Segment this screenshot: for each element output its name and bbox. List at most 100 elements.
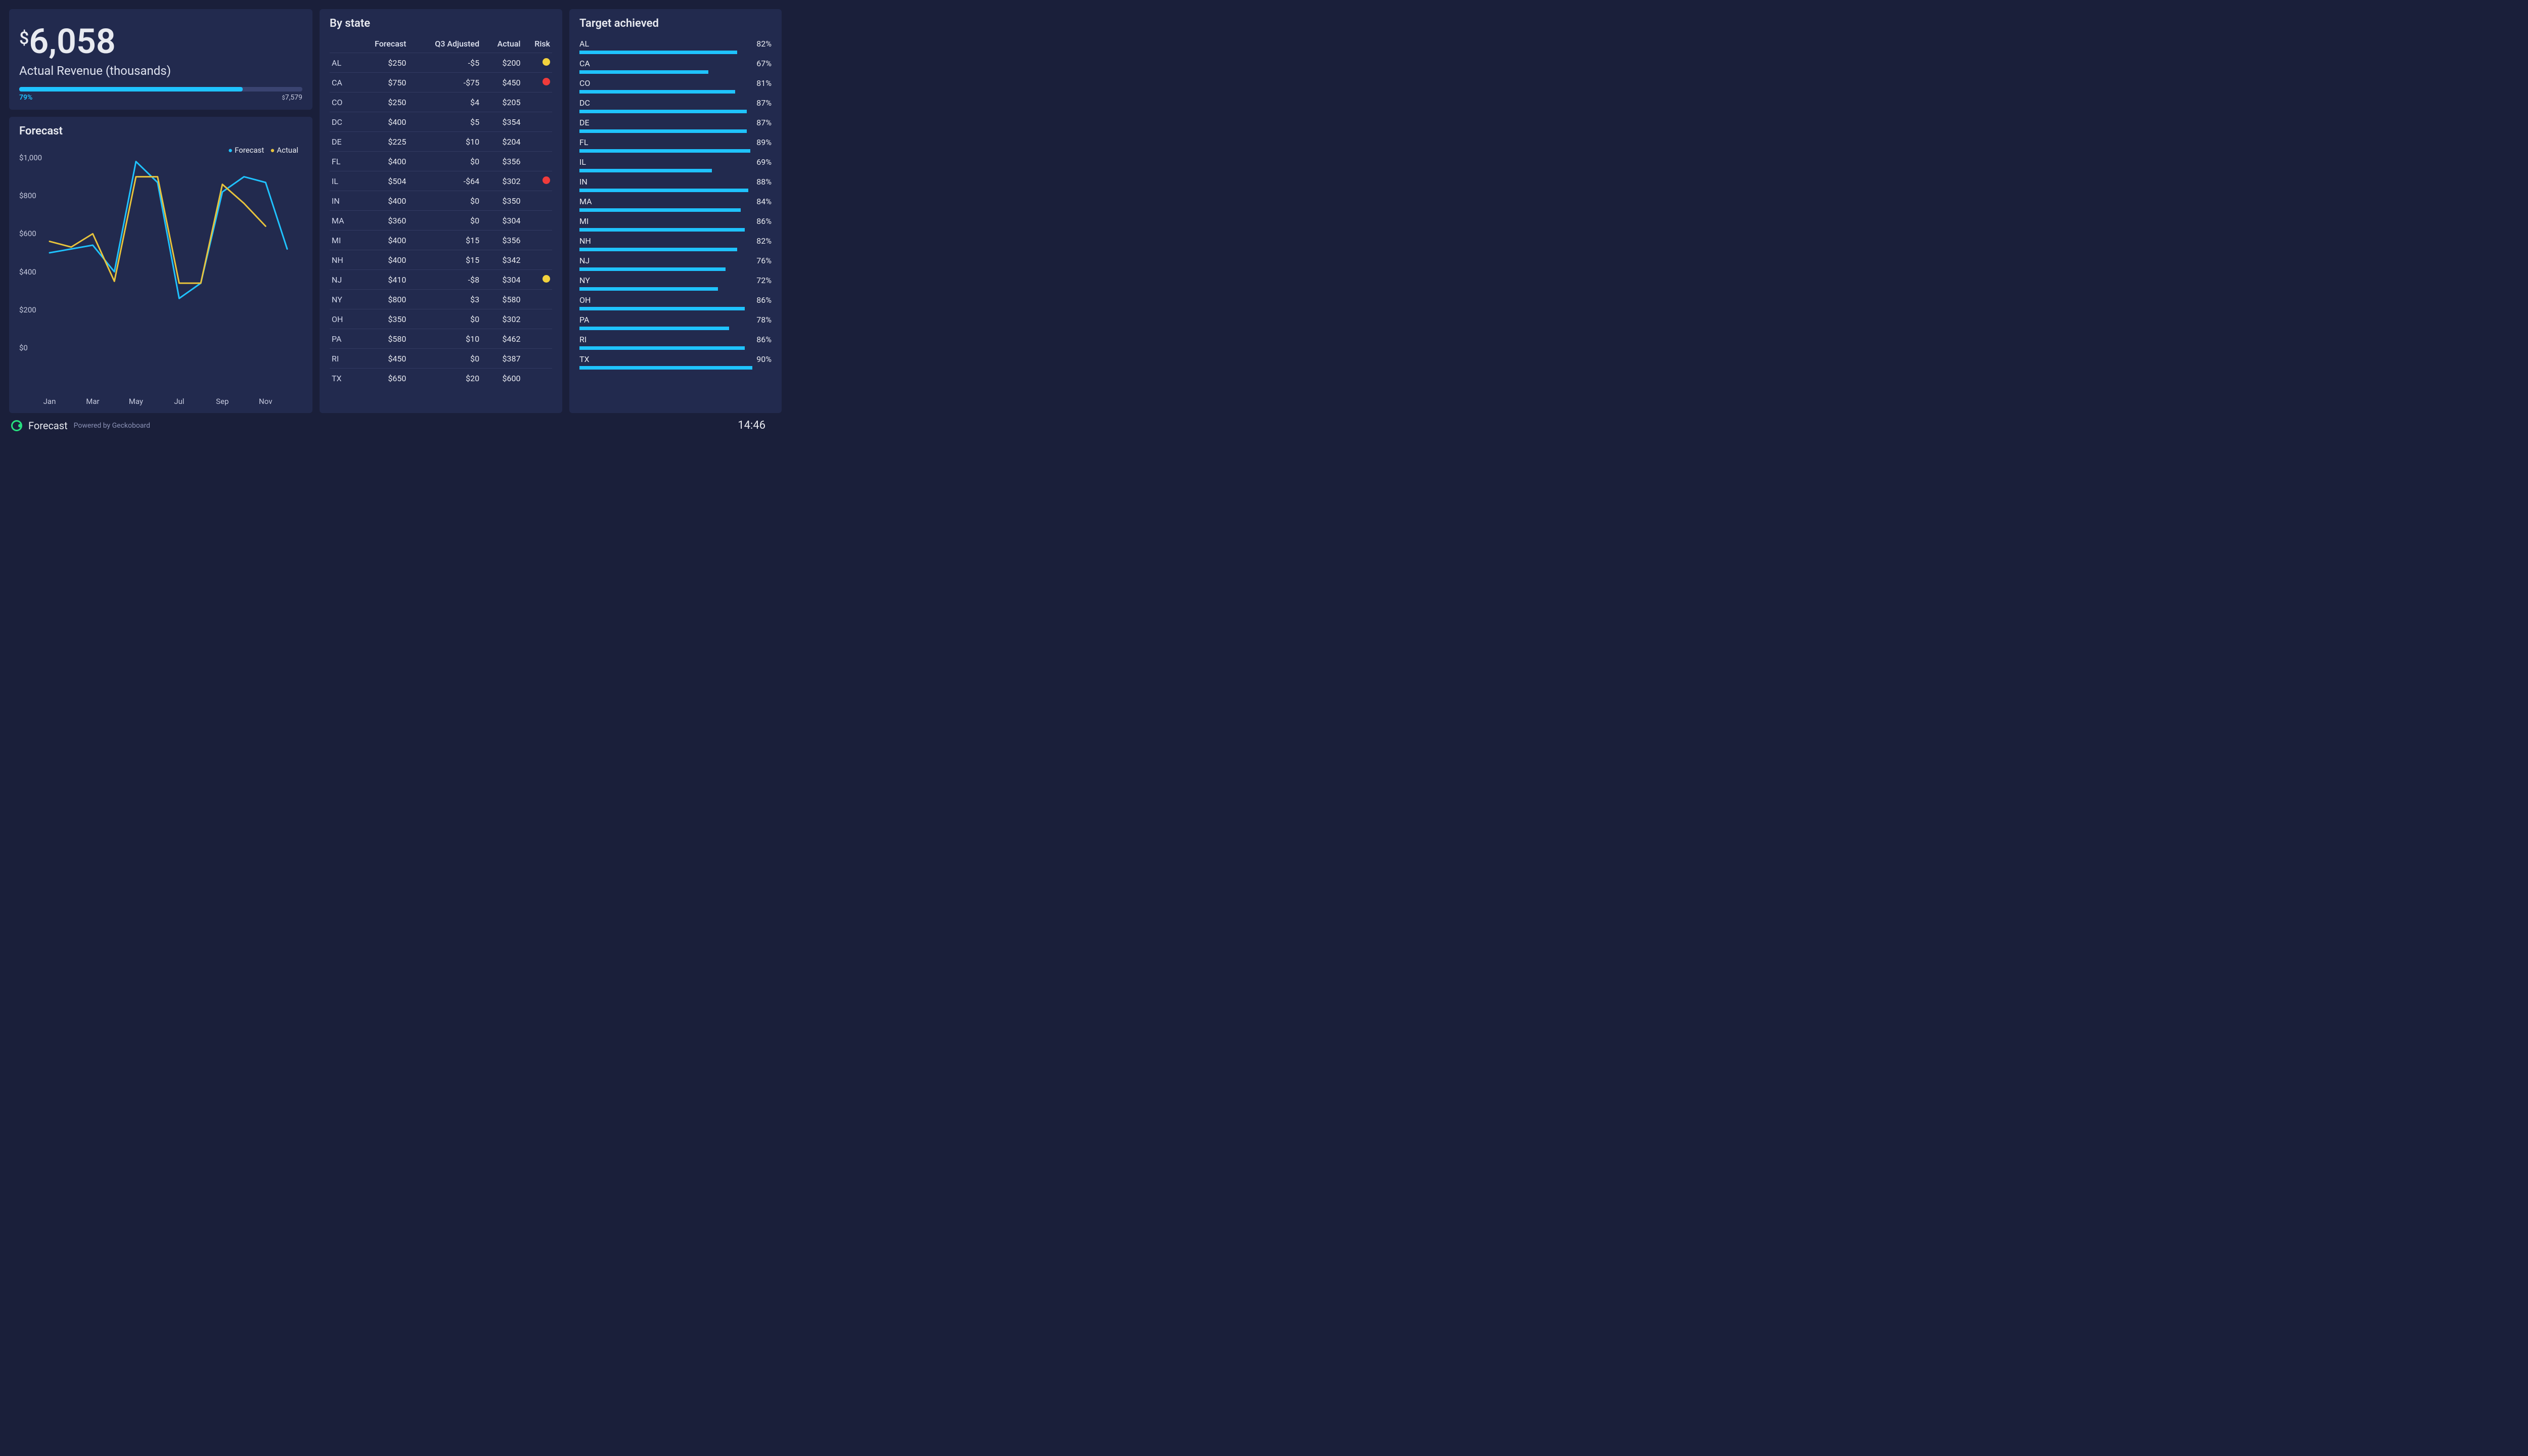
target-bar xyxy=(579,129,772,133)
cell-state: DE xyxy=(330,132,354,152)
target-bar-fill xyxy=(579,208,741,212)
cell-forecast: $360 xyxy=(354,211,408,231)
target-state: IN xyxy=(579,177,588,187)
target-bar xyxy=(579,366,772,370)
target-bar-fill xyxy=(579,51,737,54)
kpi-prefix: $ xyxy=(19,28,29,49)
target-row: DC 87% xyxy=(579,98,772,113)
target-bar xyxy=(579,110,772,113)
target-row: NY 72% xyxy=(579,276,772,291)
target-row: FL89% xyxy=(579,138,772,153)
cell-risk xyxy=(522,290,552,309)
cell-risk xyxy=(522,152,552,171)
cell-adjusted: -$5 xyxy=(408,53,481,73)
risk-red-icon xyxy=(543,176,550,184)
x-tick: May xyxy=(129,397,143,406)
target-bar xyxy=(579,267,772,271)
cell-state: AL xyxy=(330,53,354,73)
table-row: NH$400$15$342 xyxy=(330,250,552,270)
target-state: CO xyxy=(579,78,590,88)
target-row: IL69% xyxy=(579,157,772,172)
target-pct: 86% xyxy=(756,295,772,305)
target-row: TX90% xyxy=(579,354,772,370)
target-card: Target achieved AL82%CA67%CO81%DC87%DE87… xyxy=(569,9,782,413)
cell-risk xyxy=(522,369,552,388)
cell-adjusted: -$75 xyxy=(408,73,481,93)
table-header: Q3 Adjusted xyxy=(408,35,481,53)
x-tick: Jan xyxy=(43,397,56,406)
cell-forecast: $400 xyxy=(354,152,408,171)
cell-adjusted: $4 xyxy=(408,93,481,112)
cell-risk xyxy=(522,93,552,112)
target-state: MI xyxy=(579,216,589,226)
target-pct: 86% xyxy=(756,335,772,344)
by-state-table: ForecastQ3 AdjustedActualRisk AL$250-$5$… xyxy=(330,35,552,388)
x-tick: Nov xyxy=(259,397,272,406)
cell-state: NY xyxy=(330,290,354,309)
target-bar xyxy=(579,51,772,54)
target-bar-fill xyxy=(579,129,747,133)
target-bar-fill xyxy=(579,149,750,153)
cell-adjusted: $10 xyxy=(408,329,481,349)
cell-actual: $205 xyxy=(481,93,522,112)
target-bar-fill xyxy=(579,366,752,370)
cell-state: RI xyxy=(330,349,354,369)
cell-actual: $350 xyxy=(481,191,522,211)
cell-adjusted: $0 xyxy=(408,191,481,211)
x-tick: Sep xyxy=(216,397,229,406)
target-state: NY xyxy=(579,276,590,285)
cell-forecast: $250 xyxy=(354,53,408,73)
kpi-progress-meta: 79% $7,579 xyxy=(19,94,302,102)
cell-risk xyxy=(522,329,552,349)
table-row: RI$450$0$387 xyxy=(330,349,552,369)
target-bar xyxy=(579,327,772,330)
footer: Forecast Powered by Geckoboard 14:46 xyxy=(0,416,777,437)
cell-state: TX xyxy=(330,369,354,388)
target-state: MA xyxy=(579,197,592,206)
target-row: OH86% xyxy=(579,295,772,310)
cell-adjusted: $5 xyxy=(408,112,481,132)
target-pct: 69% xyxy=(756,157,772,167)
target-state: NJ xyxy=(579,256,590,265)
target-bar-fill xyxy=(579,267,726,271)
target-row: IN88% xyxy=(579,177,772,192)
by-state-title: By state xyxy=(330,17,552,30)
cell-adjusted: $10 xyxy=(408,132,481,152)
x-tick: Mar xyxy=(86,397,99,406)
cell-state: IL xyxy=(330,171,354,191)
cell-actual: $450 xyxy=(481,73,522,93)
target-row: MA84% xyxy=(579,197,772,212)
target-bar-fill xyxy=(579,189,748,192)
target-row: DE87% xyxy=(579,118,772,133)
cell-state: CA xyxy=(330,73,354,93)
cell-risk xyxy=(522,231,552,250)
target-pct: 82% xyxy=(756,39,772,49)
kpi-card: $6,058 Actual Revenue (thousands) 79% $7… xyxy=(9,9,312,110)
kpi-progress-pct: 79% xyxy=(19,94,32,102)
target-bar-fill xyxy=(579,70,708,74)
cell-forecast: $350 xyxy=(354,309,408,329)
target-row: RI86% xyxy=(579,335,772,350)
target-bar xyxy=(579,90,772,94)
cell-actual: $204 xyxy=(481,132,522,152)
target-state: DC xyxy=(579,98,590,108)
target-bar-fill xyxy=(579,346,745,350)
target-pct: 89% xyxy=(756,138,772,147)
target-bar xyxy=(579,228,772,232)
table-header: Risk xyxy=(522,35,552,53)
kpi-goal: $7,579 xyxy=(282,94,302,102)
target-state: AL xyxy=(579,39,589,49)
target-pct: 87% xyxy=(756,98,772,108)
target-bar xyxy=(579,248,772,251)
table-row: AL$250-$5$200 xyxy=(330,53,552,73)
cell-actual: $354 xyxy=(481,112,522,132)
target-pct: 82% xyxy=(756,236,772,246)
table-row: CA$750-$75$450 xyxy=(330,73,552,93)
cell-forecast: $450 xyxy=(354,349,408,369)
target-row: CO81% xyxy=(579,78,772,94)
cell-risk xyxy=(522,132,552,152)
cell-state: NH xyxy=(330,250,354,270)
cell-risk xyxy=(522,112,552,132)
table-row: OH$350$0$302 xyxy=(330,309,552,329)
target-pct: 72% xyxy=(756,276,772,285)
